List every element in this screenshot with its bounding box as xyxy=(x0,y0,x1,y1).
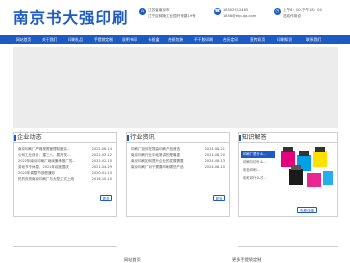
panel-header: 知识解答 xyxy=(239,133,337,143)
panel-title: 企业动态 xyxy=(17,134,42,141)
main-nav: 网站首页 关于我们 印刷礼品 手提袋定制 说明书印 卡纸盒 合纸包装 不干胶印刷… xyxy=(0,35,350,44)
welcome-text: 送欢作用设 xyxy=(283,14,301,18)
industry-news-panel: 行业资讯 印刷厂如何在提高印刷产品首选 2024-08-21 南京印刷行业中经常讲… xyxy=(126,132,230,217)
address-line-1: 江苏省南京市 xyxy=(148,8,170,12)
news-item[interactable]: 劳动节不休息，2021年欢度国庆 2021-04-29 xyxy=(18,165,112,170)
knowledge-item[interactable]: 彩虹印什么才... xyxy=(241,175,275,182)
news-item[interactable]: 南京印刷如何提升企业的发展需要 2024-08-13 xyxy=(131,159,225,164)
knowledge-item[interactable]: 印刷厂是什么... xyxy=(241,151,275,158)
phone-icon: ☎ xyxy=(214,8,221,15)
location-icon: ⌂ xyxy=(139,8,146,15)
nav-about[interactable]: 关于我们 xyxy=(42,35,57,44)
knowledge-item[interactable]: 印刷与印什么... xyxy=(241,159,275,166)
nav-packaging[interactable]: 合纸包装 xyxy=(168,35,183,44)
news-item[interactable]: 南京印刷行业中经常讲的是最重 2024-08-20 xyxy=(131,153,225,158)
knowledge-item[interactable]: 彩色印刷... xyxy=(241,167,275,174)
footer-divider-right xyxy=(238,246,338,247)
news-item[interactable]: 南京印刷厂严格按照管理制度实... 2022-06-14 xyxy=(18,147,112,152)
nav-knowledge[interactable]: 印刷知识 xyxy=(277,35,292,44)
business-hours: 上午8：00-下午18：00 xyxy=(283,8,322,12)
footer-link-custom[interactable]: 更多手提袋定制 xyxy=(232,257,261,263)
panel-header: 企业动态 xyxy=(14,133,116,143)
nav-calendars[interactable]: 台历定印 xyxy=(223,35,238,44)
nav-home[interactable]: 网站首页 xyxy=(16,35,31,44)
news-item[interactable]: 热烈庆祝南京印刷厂与大型工式上线 2016-10-10 xyxy=(18,177,112,182)
ink-cartridges-image xyxy=(281,147,333,187)
title-accent-bar xyxy=(239,135,241,141)
panel-header: 行业资讯 xyxy=(127,133,229,143)
knowledge-panel: 知识解答 印刷厂是什么... 印刷与印什么... 彩色印刷... 彩虹印什么才.… xyxy=(238,132,338,217)
nav-brochures[interactable]: 宣传彩页 xyxy=(250,35,265,44)
news-item[interactable]: 南京印刷厂对于需要印刷哪些产品 2024-08-10 xyxy=(131,165,225,170)
panel-title: 知识解答 xyxy=(242,134,267,141)
address-line-2: 江宁区秣陵工业园开来路19号 xyxy=(148,14,196,18)
more-button[interactable]: 更多 xyxy=(100,195,112,201)
site-header: 南京书大强印刷 ⌂ 江苏省南京市 江宁区秣陵工业园开来路19号 ☎ 185025… xyxy=(0,0,350,34)
nav-handbags[interactable]: 手提袋定制 xyxy=(94,35,113,44)
nav-cardboard[interactable]: 卡纸盒 xyxy=(148,35,159,44)
news-item[interactable]: 2020年调整节放假通知 2020-01-10 xyxy=(18,171,112,176)
news-item[interactable]: 印刷厂如何在提高印刷产品首选 2024-08-21 xyxy=(131,147,225,152)
more-button[interactable]: 更多 xyxy=(213,195,225,201)
news-item[interactable]: 2022年南京印刷厂继续秉承推广的... 2022-02-10 xyxy=(18,159,112,164)
company-news-panel: 企业动态 南京印刷厂严格按照管理制度实... 2022-06-14 公司工业设计、… xyxy=(13,132,117,217)
panel-title: 行业资讯 xyxy=(130,134,155,141)
news-item[interactable]: 公司工业设计、建三八、展开关... 2022-03-12 xyxy=(18,153,112,158)
view-details-button[interactable]: 查看详情 xyxy=(297,207,317,213)
nav-gifts[interactable]: 印刷礼品 xyxy=(68,35,83,44)
nav-manuals[interactable]: 说明书印 xyxy=(122,35,137,44)
phone-number: 18502512465 xyxy=(223,8,249,12)
title-accent-bar xyxy=(14,135,16,141)
title-accent-bar xyxy=(127,135,129,141)
site-logo[interactable]: 南京书大强印刷 xyxy=(13,6,129,28)
nav-stickers[interactable]: 不干胶印刷 xyxy=(194,35,213,44)
email-address: 1858@mp-qq.com xyxy=(223,14,257,18)
footer-link-home[interactable]: 网站首页 xyxy=(124,257,141,263)
hero-banner[interactable] xyxy=(13,47,338,128)
clock-icon: ◷ xyxy=(274,8,281,15)
nav-contact[interactable]: 联系我们 xyxy=(306,35,321,44)
footer-divider-left xyxy=(13,246,117,247)
